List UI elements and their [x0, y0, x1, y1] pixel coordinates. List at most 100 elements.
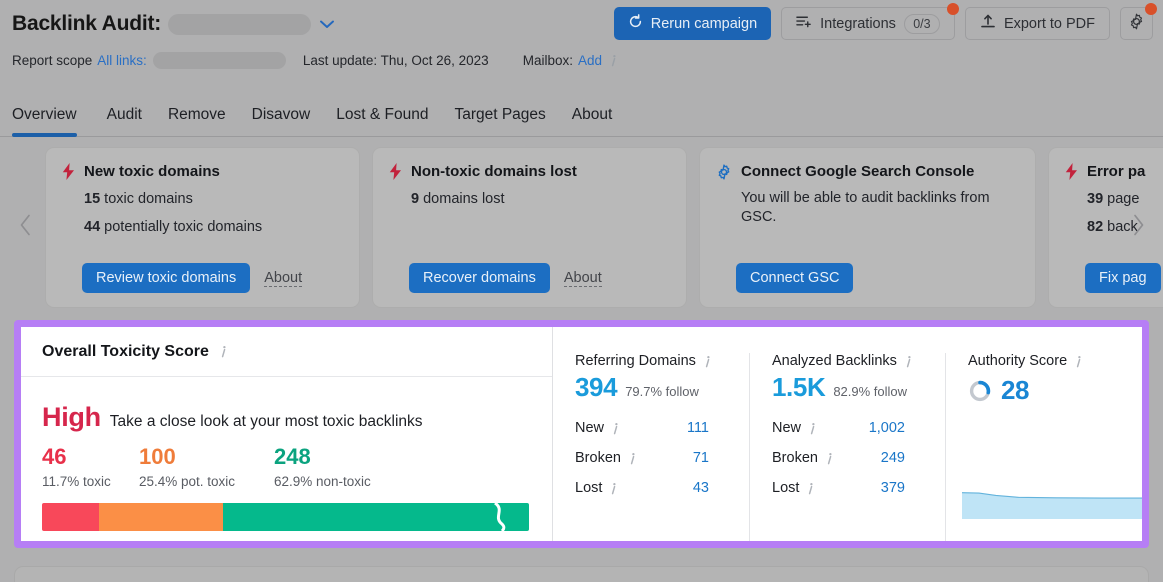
stacked-bar-segment-toxic[interactable]: [42, 503, 99, 531]
row-label: Lost: [575, 480, 602, 496]
export-to-pdf-button[interactable]: Export to PDF: [965, 7, 1110, 40]
tab-target-pages[interactable]: Target Pages: [441, 106, 558, 136]
promo-card-about-link[interactable]: About: [564, 270, 602, 287]
promo-card-line-2-text: potentially toxic domains: [104, 219, 262, 235]
chevron-right-icon: [1132, 214, 1145, 241]
integrations-label: Integrations: [820, 16, 896, 32]
row-value[interactable]: 43: [657, 480, 727, 496]
tab-audit[interactable]: Audit: [94, 106, 155, 136]
info-icon[interactable]: [608, 482, 619, 495]
referring-domains-title: Referring Domains: [575, 353, 696, 369]
row-value[interactable]: 111: [657, 420, 727, 436]
info-icon[interactable]: [824, 452, 835, 465]
carousel-cards: New toxic domains 15 toxic domains 44 po…: [45, 147, 1163, 308]
promo-card-line-1: 39 page: [1087, 190, 1163, 208]
promo-card-line-2: 44 potentially toxic domains: [84, 218, 341, 236]
promo-card-title: Non-toxic domains lost: [411, 163, 577, 180]
authority-score-stat: Authority Score 28: [945, 353, 1145, 541]
toxic-count: 46: [42, 445, 139, 469]
promo-carousel: New toxic domains 15 toxic domains 44 po…: [0, 140, 1163, 315]
rerun-campaign-button[interactable]: Rerun campaign: [614, 7, 771, 40]
tab-about[interactable]: About: [559, 106, 626, 136]
info-icon[interactable]: [608, 54, 619, 67]
tab-overview[interactable]: Overview: [12, 106, 90, 136]
promo-card-about-link[interactable]: About: [264, 270, 302, 287]
potentially-toxic-count: 100: [139, 445, 274, 469]
info-icon[interactable]: [702, 355, 713, 368]
header-title-row: Backlink Audit:: [12, 8, 334, 40]
promo-card-new-toxic-domains[interactable]: New toxic domains 15 toxic domains 44 po…: [45, 147, 360, 308]
non-toxic-count: 248: [274, 445, 424, 469]
promo-card-line-1-value: 15: [84, 191, 100, 207]
analyzed-backlinks-title: Analyzed Backlinks: [772, 353, 897, 369]
promo-card-line-1-value: 39: [1087, 191, 1103, 207]
authority-score-value[interactable]: 28: [1001, 375, 1029, 406]
info-icon[interactable]: [627, 452, 638, 465]
referring-domains-value[interactable]: 394: [575, 372, 617, 402]
potentially-toxic-percent-label: 25.4% pot. toxic: [139, 474, 274, 489]
referring-domains-row-lost: Lost 43: [575, 473, 727, 503]
analyzed-backlinks-row-new: New 1,002: [772, 413, 923, 443]
project-name-redacted: [168, 14, 311, 35]
toxicity-body: High Take a close look at your most toxi…: [21, 377, 552, 531]
info-icon[interactable]: [218, 345, 229, 358]
analyzed-backlinks-value[interactable]: 1.5K: [772, 372, 825, 402]
integrations-button[interactable]: Integrations 0/3: [781, 7, 955, 40]
mailbox-label: Mailbox:: [523, 53, 573, 68]
promo-card-non-toxic-domains-lost[interactable]: Non-toxic domains lost 9 domains lost Re…: [372, 147, 687, 308]
tab-overview-label: Overview: [12, 106, 77, 123]
refresh-icon: [628, 14, 643, 33]
row-label: New: [772, 420, 801, 436]
stacked-bar-segment-potentially-toxic[interactable]: [99, 503, 223, 531]
toxicity-breakdown-non-toxic: 248 62.9% non-toxic: [274, 445, 424, 489]
scope-value-redacted: [153, 52, 286, 69]
notification-dot-icon: [947, 3, 959, 15]
promo-card-connect-gsc[interactable]: Connect Google Search Console You will b…: [699, 147, 1036, 308]
promo-card-title: Error pa: [1087, 163, 1145, 180]
toxicity-hint: Take a close look at your most toxic bac…: [110, 413, 423, 431]
carousel-next-button[interactable]: [1125, 208, 1151, 248]
info-icon[interactable]: [610, 422, 621, 435]
carousel-prev-button[interactable]: [12, 208, 38, 248]
row-value[interactable]: 249: [854, 450, 923, 466]
promo-card-title: Connect Google Search Console: [741, 163, 974, 180]
tab-remove-label: Remove: [168, 106, 226, 123]
header-meta-row: Report scope All links: Last update: Thu…: [12, 48, 619, 72]
authority-score-donut-icon: [968, 379, 992, 403]
analyzed-backlinks-row-lost: Lost 379: [772, 473, 923, 503]
fix-pages-button[interactable]: Fix pag: [1085, 263, 1161, 293]
page-header: Backlink Audit: Report scope All links: …: [0, 0, 1163, 92]
tab-disavow[interactable]: Disavow: [239, 106, 324, 136]
review-toxic-domains-button[interactable]: Review toxic domains: [82, 263, 250, 293]
referring-domains-row-new: New 111: [575, 413, 727, 443]
backlink-stats-section: Referring Domains 394 79.7% follow New: [553, 327, 1145, 541]
row-value[interactable]: 1,002: [854, 420, 923, 436]
info-icon[interactable]: [1073, 355, 1084, 368]
tab-about-label: About: [572, 106, 613, 123]
settings-button[interactable]: [1120, 7, 1153, 40]
chevron-down-icon[interactable]: [320, 20, 334, 29]
connect-gsc-button[interactable]: Connect GSC: [736, 263, 853, 293]
bolt-icon: [389, 163, 402, 180]
bolt-icon: [62, 163, 75, 180]
authority-score-title: Authority Score: [968, 353, 1067, 369]
panel-title: Overall Toxicity Score: [42, 343, 209, 361]
promo-card-line-2-value: 82: [1087, 219, 1103, 235]
info-icon[interactable]: [805, 482, 816, 495]
promo-card-description: You will be able to audit backlinks from…: [741, 189, 991, 227]
stacked-bar-segment-non-toxic[interactable]: [223, 503, 529, 531]
toxicity-stacked-bar: [42, 503, 529, 531]
all-links-link[interactable]: All links:: [97, 53, 147, 68]
info-icon[interactable]: [903, 355, 914, 368]
promo-card-line-1-text: toxic domains: [104, 191, 193, 207]
info-icon[interactable]: [807, 422, 818, 435]
tab-lost-and-found[interactable]: Lost & Found: [323, 106, 441, 136]
authority-score-sparkline: [962, 487, 1149, 519]
row-value[interactable]: 71: [657, 450, 727, 466]
mailbox-add-link[interactable]: Add: [578, 53, 602, 68]
tab-remove[interactable]: Remove: [155, 106, 239, 136]
referring-domains-row-broken: Broken 71: [575, 443, 727, 473]
row-value[interactable]: 379: [854, 480, 923, 496]
toxicity-breakdown-toxic: 46 11.7% toxic: [42, 445, 139, 489]
recover-domains-button[interactable]: Recover domains: [409, 263, 550, 293]
